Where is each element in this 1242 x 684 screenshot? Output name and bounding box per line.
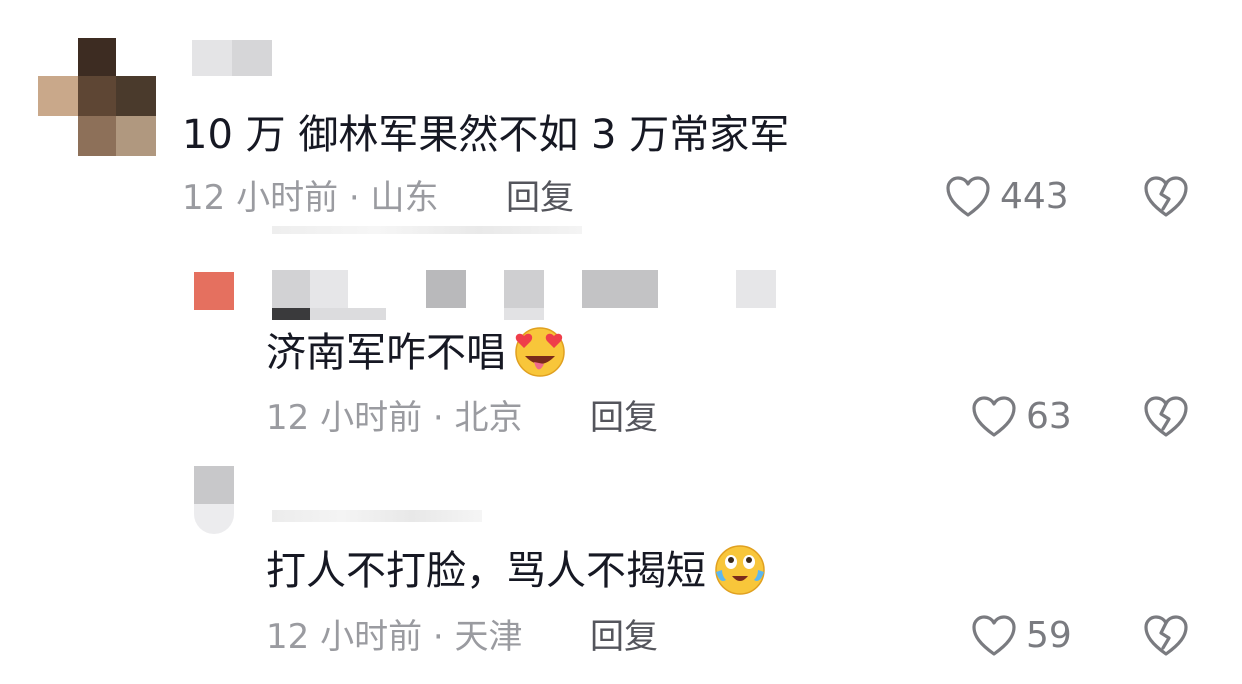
dislike-button[interactable] xyxy=(1142,175,1190,223)
broken-heart-icon xyxy=(1144,615,1188,656)
comment-location: 山东 xyxy=(370,178,439,218)
like-button[interactable]: 63 xyxy=(970,395,1072,439)
comment-3: 打人不打脸，骂人不揭短 12 小时前 · 天津 回复 59 xyxy=(0,460,1242,684)
comment-time: 12 小时前 xyxy=(266,617,423,657)
like-count: 59 xyxy=(1026,615,1072,656)
comment-location: 天津 xyxy=(454,617,523,657)
comment-1: 10 万 御林军果然不如 3 万常家军 12 小时前 · 山东 回复 443 xyxy=(0,0,1242,240)
heart-outline-icon xyxy=(972,615,1016,656)
comment-2: 济南军咋不唱 12 小时前 · 北京 回复 63 xyxy=(0,240,1242,460)
comment-meta: 12 小时前 · 北京 xyxy=(266,401,523,435)
comment-time: 12 小时前 xyxy=(182,178,339,218)
like-button[interactable]: 443 xyxy=(944,175,1069,219)
comment-text-body: 济南军咋不唱 xyxy=(266,330,506,376)
redacted-strip xyxy=(272,226,582,234)
laughing-crying-emoji xyxy=(715,545,765,595)
avatar[interactable] xyxy=(194,466,234,534)
like-count: 63 xyxy=(1026,396,1072,437)
avatar[interactable] xyxy=(194,272,234,310)
comment-text-body: 打人不打脸，骂人不揭短 xyxy=(266,548,706,594)
comment-text: 10 万 御林军果然不如 3 万常家军 xyxy=(182,112,790,158)
reply-button[interactable]: 回复 xyxy=(506,181,574,215)
username-redacted[interactable] xyxy=(272,270,777,322)
comment-text: 济南军咋不唱 xyxy=(266,327,570,378)
meta-separator: · xyxy=(432,398,444,438)
heart-outline-icon xyxy=(946,176,990,217)
comment-meta: 12 小时前 · 天津 xyxy=(266,620,523,654)
reply-button[interactable]: 回复 xyxy=(590,401,658,435)
reply-button[interactable]: 回复 xyxy=(590,620,658,654)
comment-location: 北京 xyxy=(454,398,523,438)
like-button[interactable]: 59 xyxy=(970,614,1072,658)
comment-meta: 12 小时前 · 山东 xyxy=(182,181,439,215)
username-redacted[interactable] xyxy=(272,480,482,522)
like-count: 443 xyxy=(1000,176,1069,217)
meta-separator: · xyxy=(432,617,444,657)
heart-eyes-tongue-emoji xyxy=(515,327,565,377)
dislike-button[interactable] xyxy=(1142,614,1190,662)
username-redacted[interactable] xyxy=(192,40,272,78)
broken-heart-icon xyxy=(1144,396,1188,437)
heart-outline-icon xyxy=(972,396,1016,437)
comment-text: 打人不打脸，骂人不揭短 xyxy=(266,545,770,596)
dislike-button[interactable] xyxy=(1142,395,1190,443)
broken-heart-icon xyxy=(1144,176,1188,217)
avatar[interactable] xyxy=(38,38,156,156)
comment-time: 12 小时前 xyxy=(266,398,423,438)
meta-separator: · xyxy=(348,178,360,218)
